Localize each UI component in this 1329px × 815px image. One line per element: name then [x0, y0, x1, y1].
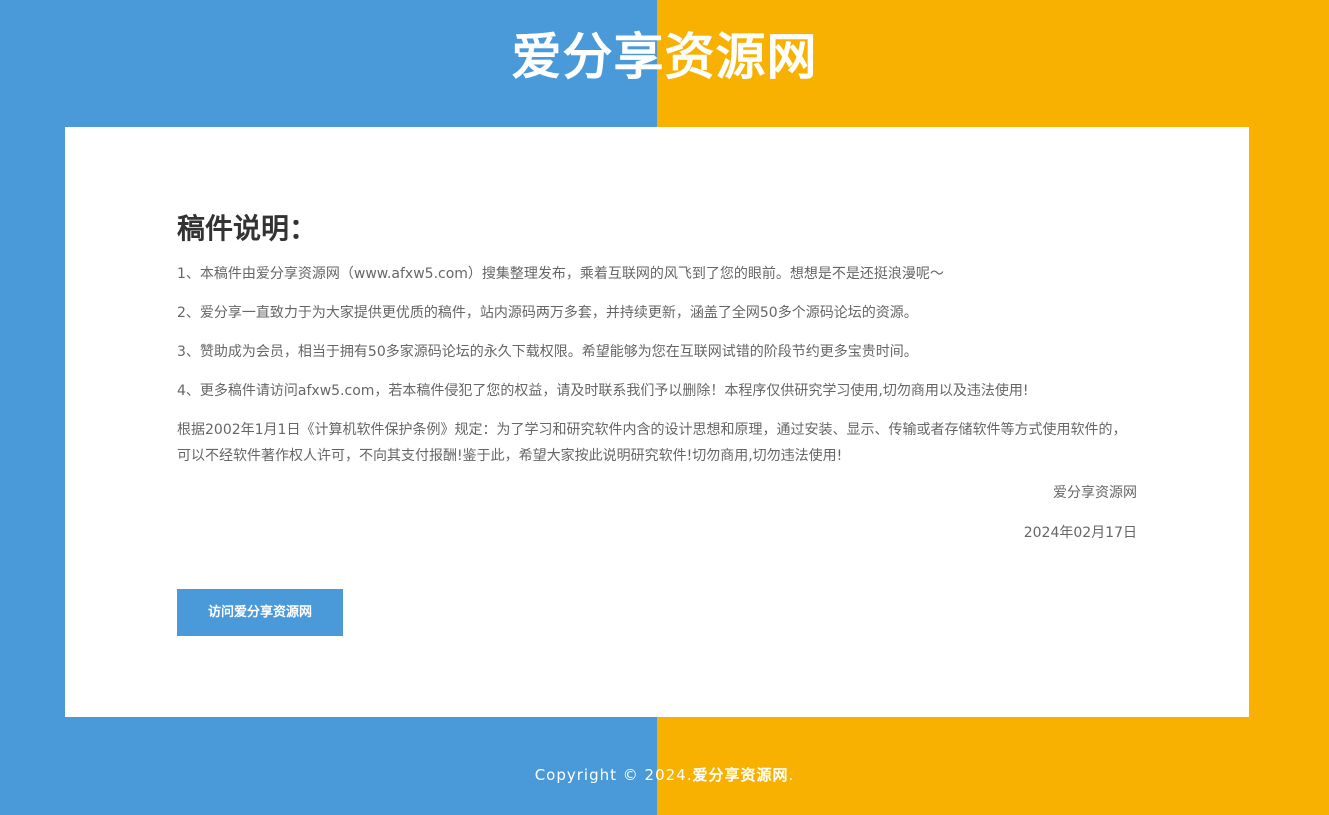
visit-site-button[interactable]: 访问爱分享资源网	[177, 589, 343, 636]
notice-item-1: 1、本稿件由爱分享资源网（www.afxw5.com）搜集整理发布，乘着互联网的…	[177, 266, 944, 282]
notice-content: 稿件说明： 1、本稿件由爱分享资源网（www.afxw5.com）搜集整理发布，…	[177, 207, 1137, 563]
notice-item-4: 4、更多稿件请访问afxw5.com，若本稿件侵犯了您的权益，请及时联系我们予以…	[177, 383, 1029, 399]
notice-item-2: 2、爱分享一直致力于为大家提供更优质的稿件，站内源码两万多套，并持续更新，涵盖了…	[177, 305, 918, 321]
publish-date: 2024年02月17日	[1023, 525, 1137, 541]
signature: 爱分享资源网	[1053, 485, 1137, 501]
footer-suffix: .	[788, 766, 795, 784]
notice-item-3: 3、赞助成为会员，相当于拥有50多家源码论坛的永久下载权限。希望能够为您在互联网…	[177, 344, 918, 360]
legal-statement: 根据2002年1月1日《计算机软件保护条例》规定：为了学习和研究软件内含的设计思…	[177, 422, 1127, 464]
footer-copyright: Copyright © 2024.	[534, 766, 693, 784]
footer: Copyright © 2024.爱分享资源网.	[0, 763, 1329, 787]
footer-site-link[interactable]: 爱分享资源网	[692, 766, 788, 784]
site-title: 爱分享资源网	[511, 28, 818, 86]
notice-card: 稿件说明： 1、本稿件由爱分享资源网（www.afxw5.com）搜集整理发布，…	[65, 127, 1249, 717]
notice-title: 稿件说明：	[177, 212, 318, 245]
